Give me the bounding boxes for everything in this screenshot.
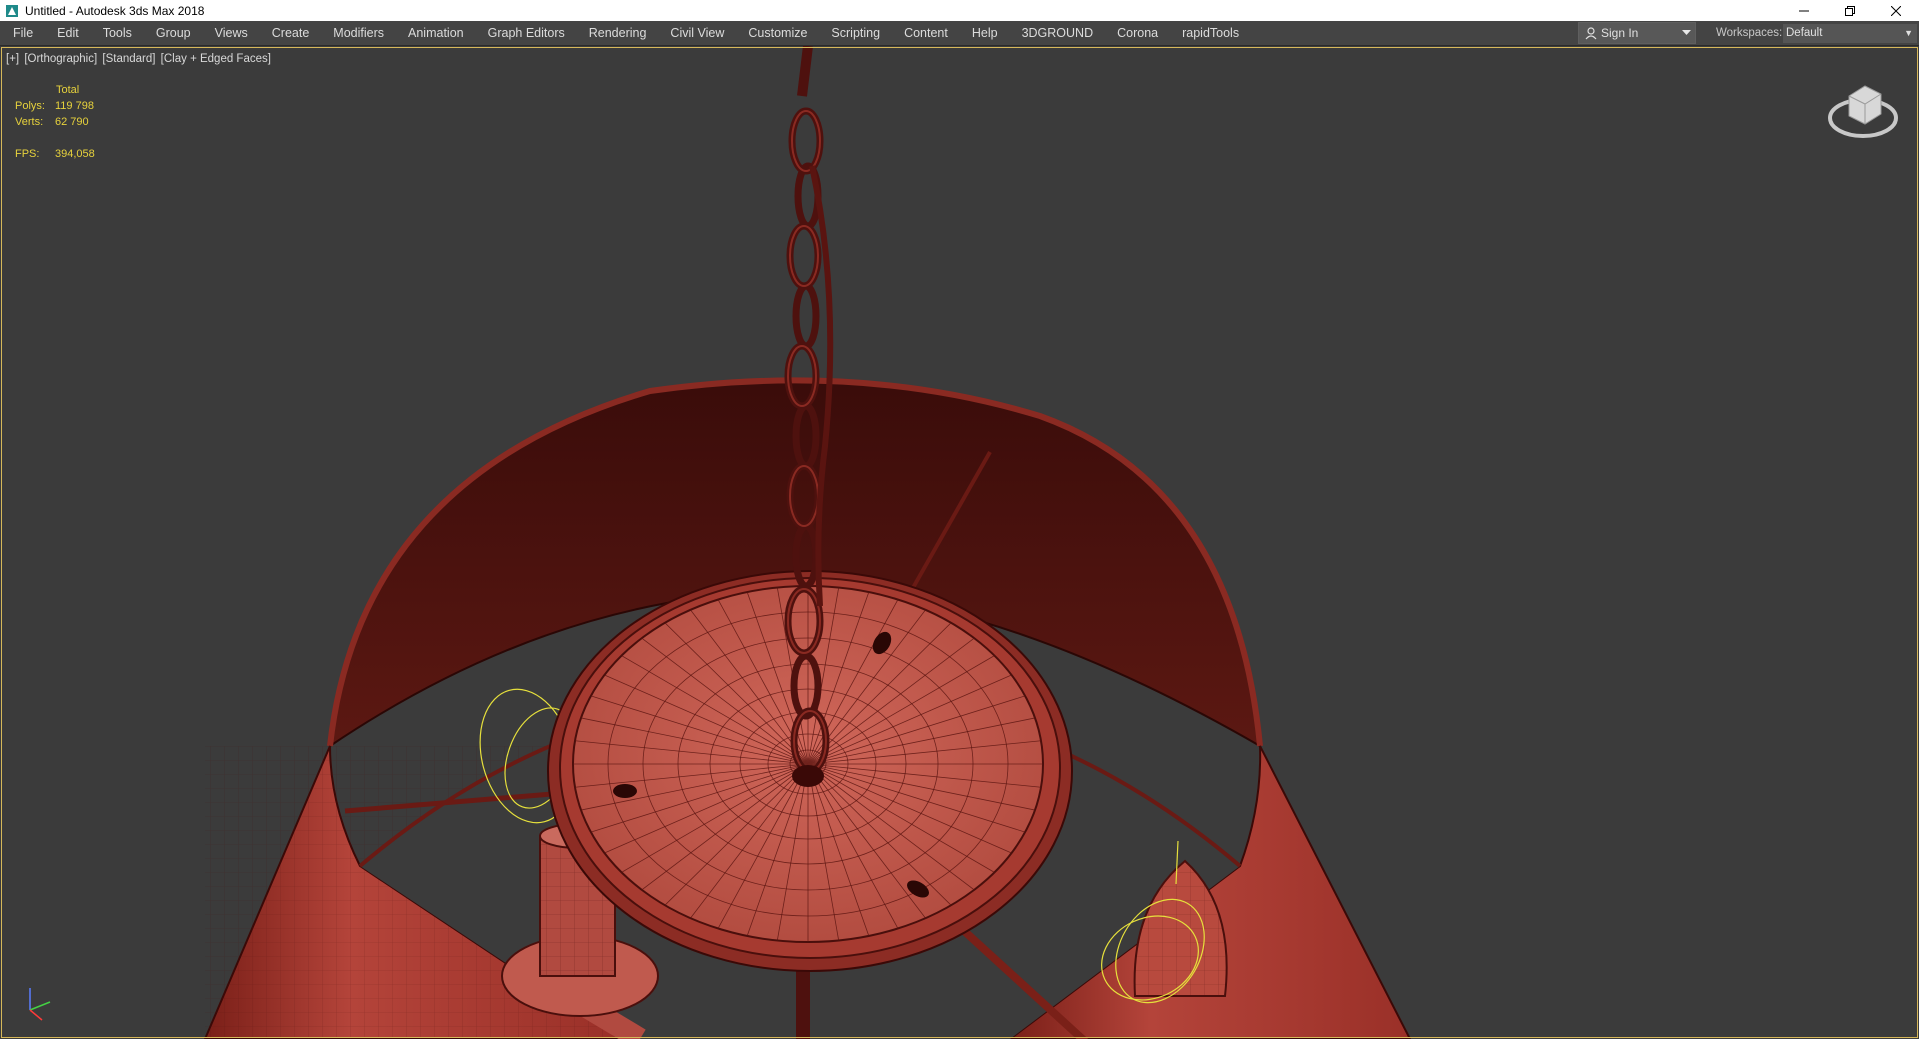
menu-scripting[interactable]: Scripting	[819, 21, 892, 45]
viewport-label[interactable]: [+] [Orthographic] [Standard] [Clay + Ed…	[6, 53, 273, 65]
sign-in-button[interactable]: Sign In	[1578, 22, 1696, 44]
stats-fps-value: 394,058	[55, 148, 95, 160]
menu-help[interactable]: Help	[960, 21, 1010, 45]
menu-content[interactable]: Content	[892, 21, 960, 45]
menu-animation[interactable]: Animation	[396, 21, 476, 45]
app-icon	[6, 4, 18, 17]
stats-verts-value: 62 790	[55, 116, 89, 128]
minimize-icon	[1799, 10, 1809, 11]
menu-rapidtools[interactable]: rapidTools	[1170, 21, 1251, 45]
workspaces-label: Workspaces:	[1716, 27, 1783, 39]
viewport-standard-label[interactable]: [Standard]	[102, 53, 155, 65]
close-icon	[1891, 5, 1901, 16]
viewport-perspective[interactable]: [+] [Orthographic] [Standard] [Clay + Ed…	[0, 46, 1919, 1039]
stats-verts-label: Verts:	[15, 116, 44, 128]
axis-tripod-icon	[29, 988, 51, 1021]
viewport-menu-plus[interactable]: [+]	[6, 53, 19, 65]
menu-tools[interactable]: Tools	[91, 21, 144, 45]
menu-group[interactable]: Group	[144, 21, 203, 45]
stats-header: Total	[56, 84, 80, 96]
window-title: Untitled - Autodesk 3ds Max 2018	[25, 3, 205, 18]
viewcube-icon[interactable]	[1825, 74, 1901, 144]
close-button[interactable]	[1873, 0, 1919, 21]
menu-views[interactable]: Views	[203, 21, 260, 45]
restore-button[interactable]	[1827, 0, 1873, 21]
menu-edit[interactable]: Edit	[45, 21, 91, 45]
title-bar: Untitled - Autodesk 3ds Max 2018	[0, 0, 1919, 21]
viewport-view-label[interactable]: [Orthographic]	[24, 53, 97, 65]
restore-icon	[1845, 5, 1855, 16]
dropdown-icon	[1682, 30, 1691, 35]
viewport-shading-label[interactable]: [Clay + Edged Faces]	[161, 53, 271, 65]
stats-fps-label: FPS:	[15, 148, 40, 160]
stats-polys-label: Polys:	[15, 100, 45, 112]
user-icon	[1585, 26, 1597, 39]
menu-customize[interactable]: Customize	[736, 21, 819, 45]
stats-polys-value: 119 798	[55, 100, 94, 112]
scene-lamp-model[interactable]	[0, 46, 1919, 1039]
chevron-down-icon: ▼	[1904, 28, 1913, 38]
menu-civil-view[interactable]: Civil View	[658, 21, 736, 45]
menu-corona[interactable]: Corona	[1105, 21, 1170, 45]
workspaces-select[interactable]: Default ▼	[1783, 24, 1917, 43]
menu-modifiers[interactable]: Modifiers	[321, 21, 396, 45]
menu-create[interactable]: Create	[260, 21, 322, 45]
menu-file[interactable]: File	[0, 21, 45, 45]
menu-graph-editors[interactable]: Graph Editors	[476, 21, 577, 45]
workspaces-value: Default	[1786, 27, 1823, 39]
menu-3dground[interactable]: 3DGROUND	[1010, 21, 1106, 45]
sign-in-label: Sign In	[1601, 26, 1639, 40]
menu-rendering[interactable]: Rendering	[577, 21, 659, 45]
minimize-button[interactable]	[1781, 0, 1827, 21]
